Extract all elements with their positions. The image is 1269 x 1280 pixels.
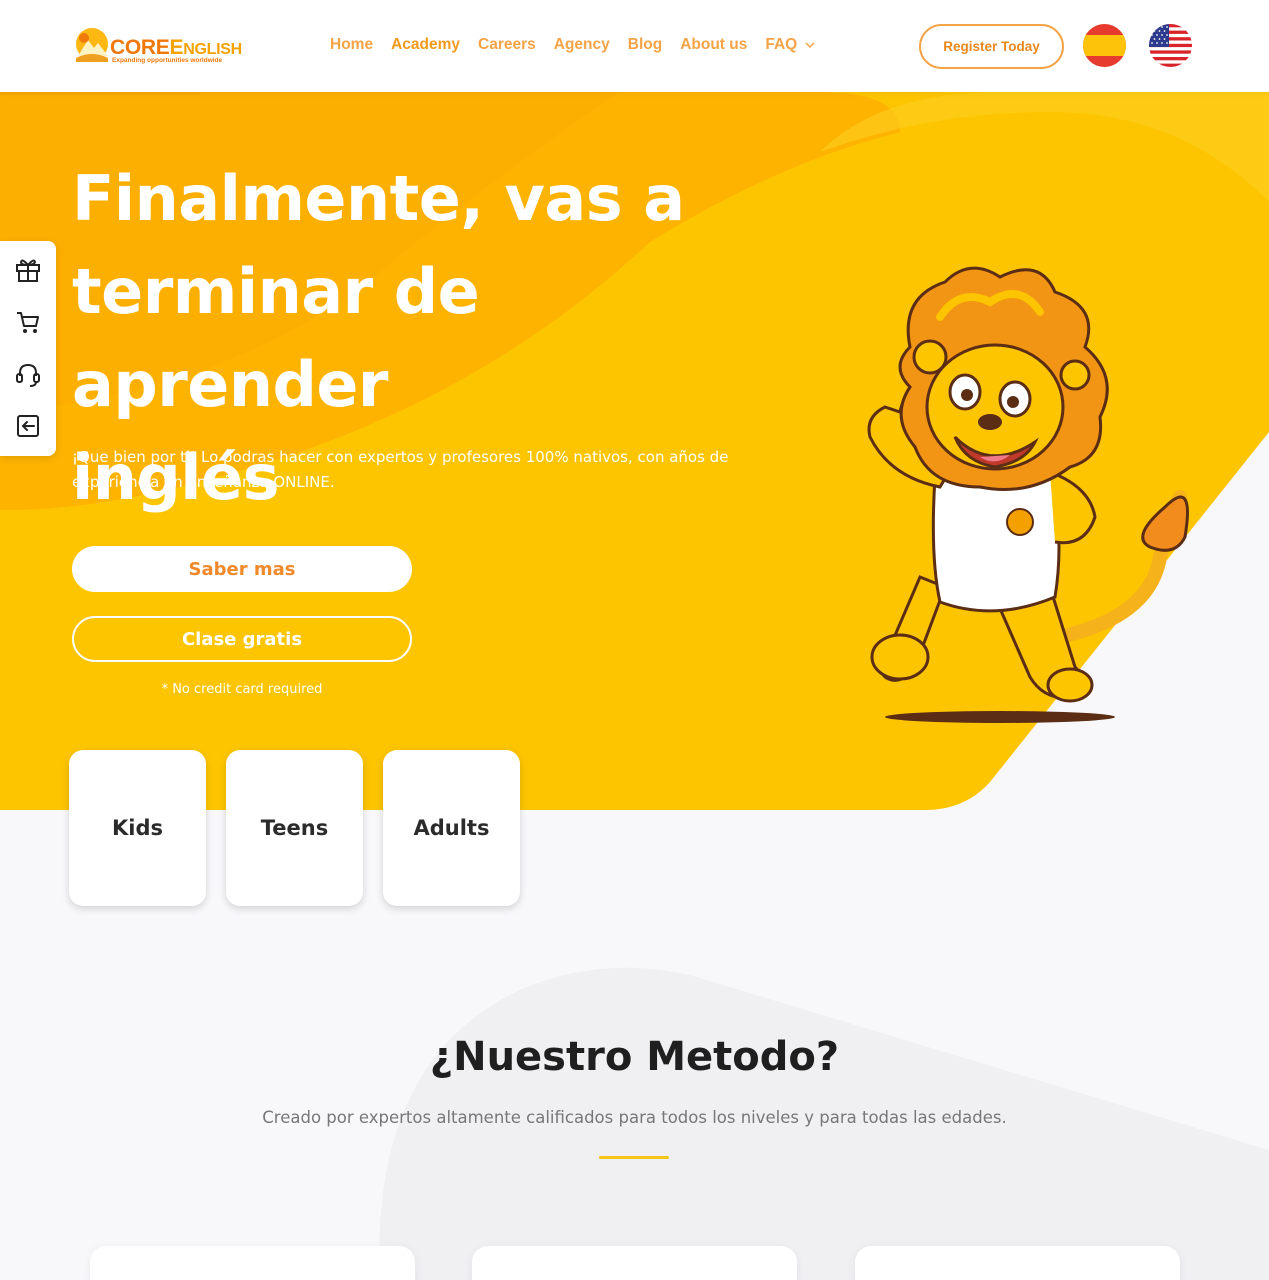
exit-icon[interactable]: [14, 412, 42, 440]
cart-icon[interactable]: [14, 308, 42, 336]
usa-flag-icon[interactable]: [1149, 24, 1192, 67]
site-header: COREENGLISH Expanding opportunities worl…: [0, 0, 1269, 92]
nav-home[interactable]: Home: [330, 36, 373, 54]
headset-icon[interactable]: [14, 360, 42, 388]
nav-about-us[interactable]: About us: [680, 36, 747, 54]
hero-title-line1: Finalmente, vas a: [72, 162, 685, 235]
metodo-title: ¿Nuestro Metodo?: [429, 1034, 840, 1080]
nav-agency[interactable]: Agency: [554, 36, 610, 54]
brand-logo[interactable]: COREENGLISH Expanding opportunities worl…: [72, 26, 242, 70]
nav-academy[interactable]: Academy: [391, 36, 460, 54]
brand-tagline: Expanding opportunities worldwide: [112, 57, 223, 64]
clase-gratis-button[interactable]: Clase gratis: [72, 616, 412, 662]
gift-icon[interactable]: [14, 256, 42, 284]
logo-mark-icon: [76, 28, 108, 62]
saber-mas-button[interactable]: Saber mas: [72, 546, 412, 592]
spain-flag-icon[interactable]: [1083, 24, 1126, 67]
main-nav: Home Academy Careers Agency Blog About u…: [330, 36, 815, 54]
audience-card-teens[interactable]: Teens: [226, 750, 363, 906]
section-divider: [599, 1156, 669, 1159]
lion-mascot-illustration: [867, 266, 1189, 723]
metodo-subtitle: Creado por expertos altamente calificado…: [262, 1108, 1007, 1127]
nav-faq[interactable]: FAQ: [765, 36, 815, 54]
nav-careers[interactable]: Careers: [478, 36, 536, 54]
hero-section: Finalmente, vas a terminar de aprender i…: [0, 92, 1269, 810]
no-credit-card-note: * No credit card required: [161, 682, 323, 697]
audience-card-adults[interactable]: Adults: [383, 750, 520, 906]
register-button[interactable]: Register Today: [919, 24, 1064, 69]
audience-card-kids[interactable]: Kids: [69, 750, 206, 906]
hero-title-line2: terminar de aprender: [72, 255, 480, 421]
chevron-down-icon: [805, 42, 815, 49]
feature-card-3[interactable]: [855, 1246, 1180, 1280]
feature-card-2[interactable]: [472, 1246, 797, 1280]
nav-faq-label: FAQ: [765, 36, 798, 53]
hero-subtitle: ¡Que bien por ti! Lo podras hacer con ex…: [72, 448, 729, 491]
feature-card-1[interactable]: [90, 1246, 415, 1280]
nav-blog[interactable]: Blog: [628, 36, 662, 54]
side-toolbar: [0, 241, 56, 456]
